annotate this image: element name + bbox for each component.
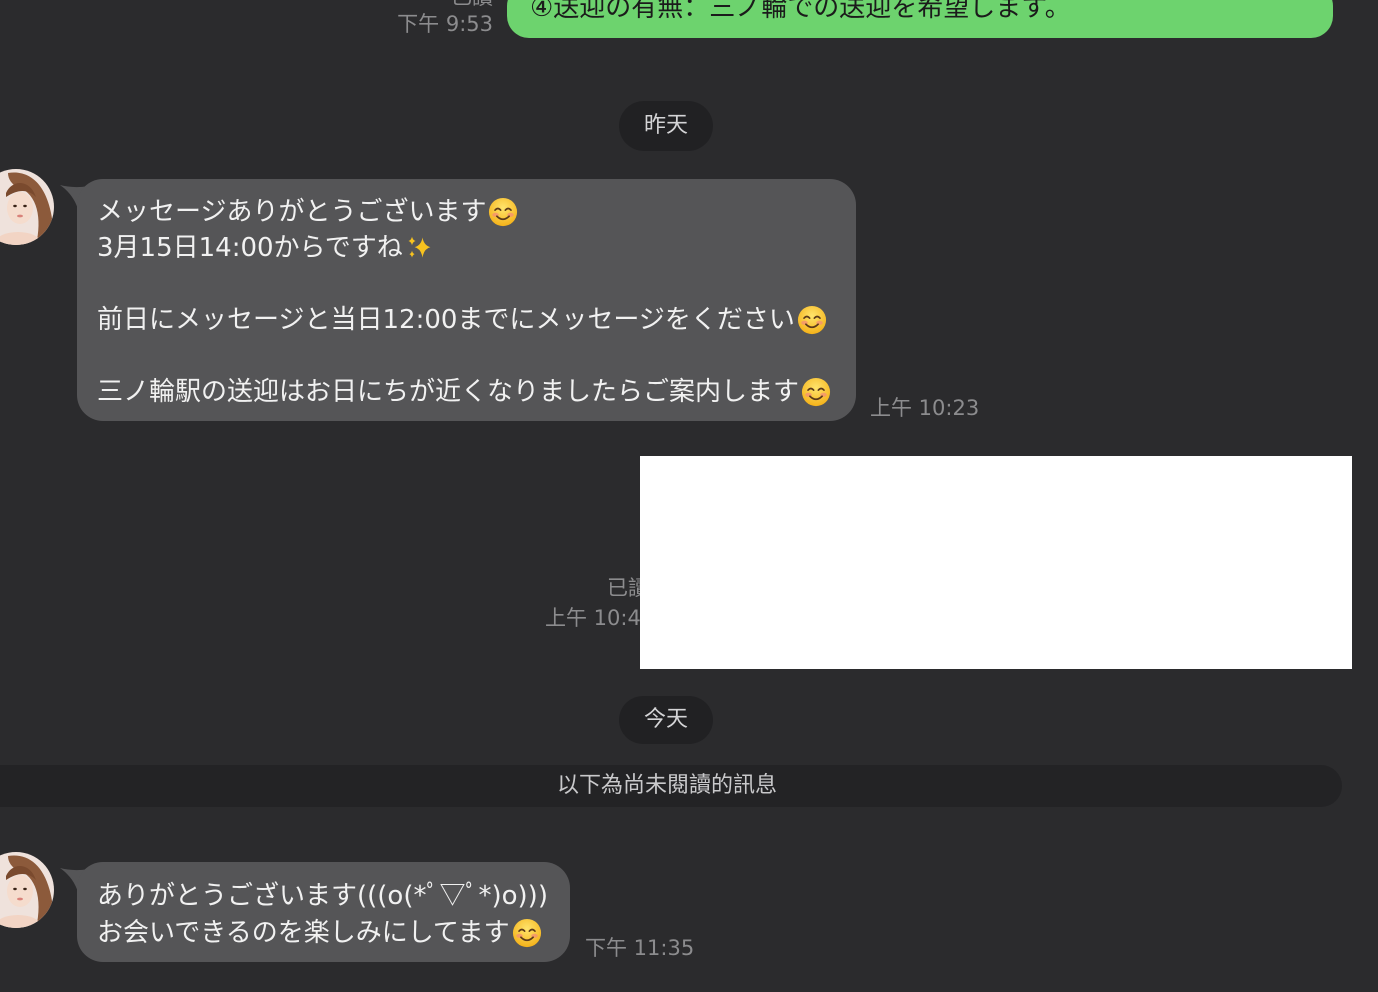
message-text: 前日にメッセージと当日12:00までにメッセージをください xyxy=(97,305,795,335)
smiling-face-icon xyxy=(801,377,831,407)
message-time: 下午 9:53 xyxy=(397,12,493,36)
message-line: 三ノ輪駅の送迎はお日にちが近くなりましたらご案内します xyxy=(97,374,836,410)
message-time: 上午 10:4 xyxy=(545,606,641,630)
message-text: お会いできるのを楽しみにしてます xyxy=(97,917,510,948)
sent-message-clip: ④送迎の有無：三ノ輪での送迎を希望します。 xyxy=(507,0,1333,38)
message-time: 上午 10:23 xyxy=(870,396,980,420)
contact-avatar[interactable] xyxy=(0,852,54,928)
contact-avatar[interactable] xyxy=(0,169,54,245)
message-time: 下午 11:35 xyxy=(585,936,695,960)
unread-banner-label: 以下為尚未閱讀的訊息 xyxy=(556,773,777,798)
message-text: ありがとうございます(((o(*ﾟ▽ﾟ*)o))) xyxy=(97,880,548,911)
message-text: メッセージありがとうございます xyxy=(97,197,487,227)
unread-messages-banner: 以下為尚未閱讀的訊息 xyxy=(0,765,1342,807)
message-line: お会いできるのを楽しみにしてます xyxy=(97,914,550,951)
message-text: 3月15日14:00からですね xyxy=(97,233,403,263)
smiling-face-icon xyxy=(488,197,518,227)
date-separator-today: 今天 xyxy=(619,696,713,744)
smiling-face-icon xyxy=(512,918,542,948)
read-status: 已讀 xyxy=(451,0,493,9)
avatar-photo xyxy=(0,852,54,928)
redaction-block xyxy=(640,456,1352,669)
message-paragraph: 前日にメッセージと当日12:00までにメッセージをください xyxy=(97,302,836,338)
message-line: 3月15日14:00からですね xyxy=(97,230,836,266)
sent-message-bubble[interactable]: ④送迎の有無：三ノ輪での送迎を希望します。 xyxy=(507,0,1333,38)
message-line: 前日にメッセージと当日12:00までにメッセージをください xyxy=(97,302,836,338)
sent-message-meta: 已讀 下午 9:53 xyxy=(380,0,493,38)
sent-message-text: ④送迎の有無：三ノ輪での送迎を希望します。 xyxy=(530,0,1071,23)
message-paragraph: 三ノ輪駅の送迎はお日にちが近くなりましたらご案内します xyxy=(97,374,836,410)
message-line: ありがとうございます(((o(*ﾟ▽ﾟ*)o))) xyxy=(97,877,550,914)
message-line: メッセージありがとうございます xyxy=(97,194,836,230)
sparkles-icon xyxy=(405,234,433,262)
received-message-bubble[interactable]: ありがとうございます(((o(*ﾟ▽ﾟ*)o))) お会いできるのを楽しみにして… xyxy=(77,862,570,962)
received-message-bubble[interactable]: メッセージありがとうございます 3月15日14:00からですね 前日にメッセージ… xyxy=(77,179,856,421)
message-text: 三ノ輪駅の送迎はお日にちが近くなりましたらご案内します xyxy=(97,377,800,407)
smiling-face-icon xyxy=(797,305,827,335)
date-separator-yesterday: 昨天 xyxy=(619,101,713,151)
avatar-photo xyxy=(0,169,54,245)
message-paragraph: メッセージありがとうございます 3月15日14:00からですね xyxy=(97,194,836,266)
